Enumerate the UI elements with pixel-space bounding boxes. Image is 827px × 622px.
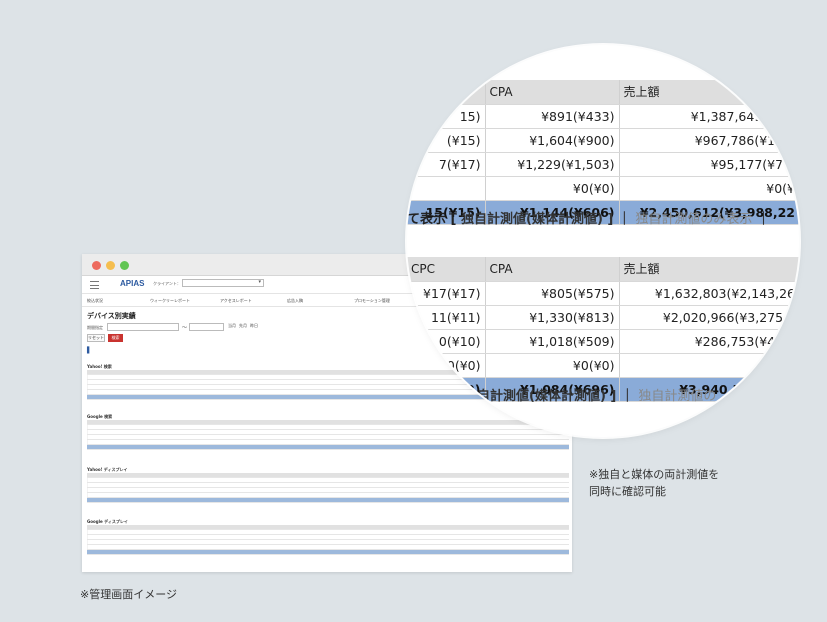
table-cell: ¥0(¥0) <box>485 353 620 378</box>
table-cell: 0(¥0) <box>407 353 486 378</box>
toggle-own-only-link[interactable]: 独自計測値のみ表示 <box>635 212 752 227</box>
table-row: 11(¥11) ¥1,330(¥813) ¥2,020,966(¥3,275,6 <box>407 305 799 330</box>
yahoo-display-table <box>87 473 569 513</box>
screen-caption: ※管理画面イメージ <box>80 588 177 601</box>
table-cell: ¥0(¥0) <box>485 176 620 201</box>
last-month-button[interactable]: 先月 <box>239 323 247 329</box>
table-row: 15) ¥891(¥433) ¥1,387,649(¥2,5 <box>407 104 799 129</box>
period-end-input[interactable] <box>189 323 224 331</box>
table-cell: ¥1,018(¥509) <box>485 329 620 354</box>
period-separator: 〜 <box>182 325 188 331</box>
table-cell: ¥967,786(¥1,32 <box>619 128 799 153</box>
zoom-table-1-header: CPA 売上額 <box>407 80 799 105</box>
reset-button[interactable]: リセット <box>87 334 105 342</box>
table-cell: ¥1,604(¥900) <box>485 128 620 153</box>
toggle-both-values-link[interactable]: 自計測値(媒体計測値) <box>477 389 606 404</box>
zoom-table-2: CPC CPA 売上額 ¥17(¥17) ¥805(¥575) ¥1,632,8… <box>407 257 799 402</box>
page-title: デバイス別実績 <box>87 312 136 320</box>
header-cell <box>407 80 486 105</box>
magnifier-circle: CPA 売上額 15) ¥891(¥433) ¥1,387,649(¥2,5 (… <box>407 45 799 437</box>
toggle-separator: ] ｜ <box>602 212 636 227</box>
nav-item-promotion[interactable]: プロモーション管理 <box>354 298 390 304</box>
toggle-prefix: て表示 [ <box>407 212 461 227</box>
view-toggle-links-zoom-1: て表示 [ 独自計測値(媒体計測値) ] ｜ 独自計測値のみ表示 ｜ <box>407 208 799 227</box>
table-cell: ¥0(¥ <box>619 176 799 201</box>
header-cell-sales: 売上額 <box>619 80 799 105</box>
google-display-table <box>87 525 569 565</box>
table-cell: ¥ <box>619 353 799 378</box>
header-cell-sales: 売上額 <box>619 257 799 282</box>
period-label: 期間指定 <box>87 325 103 330</box>
maximize-window-button[interactable] <box>120 261 129 270</box>
table-row: ¥0(¥0) ¥0(¥ <box>407 176 799 201</box>
table-cell: 15) <box>407 104 486 129</box>
info-marker-icon: ▌ <box>87 347 92 354</box>
client-select[interactable] <box>182 279 264 287</box>
table-row: ¥17(¥17) ¥805(¥575) ¥1,632,803(¥2,143,26 <box>407 281 799 306</box>
table-cell: ¥2,020,966(¥3,275,6 <box>619 305 799 330</box>
feature-note-line-1: ※独自と媒体の両計測値を <box>589 468 720 481</box>
table-cell: ¥95,177(¥77, <box>619 152 799 177</box>
this-month-button[interactable]: 当月 <box>228 323 236 329</box>
table-cell: ¥1,330(¥813) <box>485 305 620 330</box>
table-cell: 0(¥10) <box>407 329 486 354</box>
minimize-window-button[interactable] <box>106 261 115 270</box>
toggle-separator-tail: ｜ <box>752 212 770 227</box>
table-row: 7(¥17) ¥1,229(¥1,503) ¥95,177(¥77, <box>407 152 799 177</box>
nav-item-access-report[interactable]: アクセスレポート <box>220 298 252 304</box>
table-row: (¥15) ¥1,604(¥900) ¥967,786(¥1,32 <box>407 128 799 153</box>
table-cell: ¥286,753(¥464, <box>619 329 799 354</box>
table-cell: ¥891(¥433) <box>485 104 620 129</box>
toggle-both-values-link[interactable]: 独自計測値(媒体計測値) <box>461 212 603 227</box>
header-cell-cpa: CPA <box>485 257 620 282</box>
feature-note-line-2: 同時に確認可能 <box>589 485 666 498</box>
table-cell: 7(¥17) <box>407 152 486 177</box>
table-cell: ¥1,632,803(¥2,143,26 <box>619 281 799 306</box>
search-button[interactable]: 検索 <box>108 334 123 342</box>
table-row: 0(¥10) ¥1,018(¥509) ¥286,753(¥464, <box>407 329 799 354</box>
nav-item-ad-submission[interactable]: 広告入稿 <box>287 298 303 304</box>
period-start-input[interactable] <box>107 323 179 331</box>
toggle-own-only-link[interactable]: 独自計測値の <box>638 389 716 404</box>
table-cell: (¥15) <box>407 128 486 153</box>
zoom-table-2-header: CPC CPA 売上額 <box>407 257 799 282</box>
close-window-button[interactable] <box>92 261 101 270</box>
yesterday-button[interactable]: 昨日 <box>250 323 258 329</box>
nav-item-status[interactable]: 絞込状況 <box>87 298 103 304</box>
zoom-table-1: CPA 売上額 15) ¥891(¥433) ¥1,387,649(¥2,5 (… <box>407 80 799 225</box>
table-cell: ¥805(¥575) <box>485 281 620 306</box>
feature-note: ※独自と媒体の両計測値を 同時に確認可能 <box>589 466 719 500</box>
view-toggle-links[interactable] <box>87 450 569 455</box>
view-toggle-links[interactable] <box>87 503 569 508</box>
hamburger-menu-icon[interactable] <box>90 281 99 289</box>
client-label: クライアント： <box>153 281 181 286</box>
header-cell-cpa: CPA <box>485 80 620 105</box>
table-cell: ¥17(¥17) <box>407 281 486 306</box>
table-cell <box>407 176 486 201</box>
table-row: 0(¥0) ¥0(¥0) ¥ <box>407 353 799 378</box>
view-toggle-links-zoom-2: 自計測値(媒体計測値) ] ｜ 独自計測値の <box>407 385 799 404</box>
table-cell: 11(¥11) <box>407 305 486 330</box>
table-cell: ¥1,387,649(¥2,5 <box>619 104 799 129</box>
header-cell-cpc: CPC <box>407 257 486 282</box>
app-logo: APIAS <box>120 279 145 288</box>
view-toggle-links[interactable] <box>87 555 569 560</box>
nav-item-weekly-report[interactable]: ウィークリーレポート <box>150 298 190 304</box>
toggle-separator: ] ｜ <box>605 389 639 404</box>
table-cell: ¥1,229(¥1,503) <box>485 152 620 177</box>
